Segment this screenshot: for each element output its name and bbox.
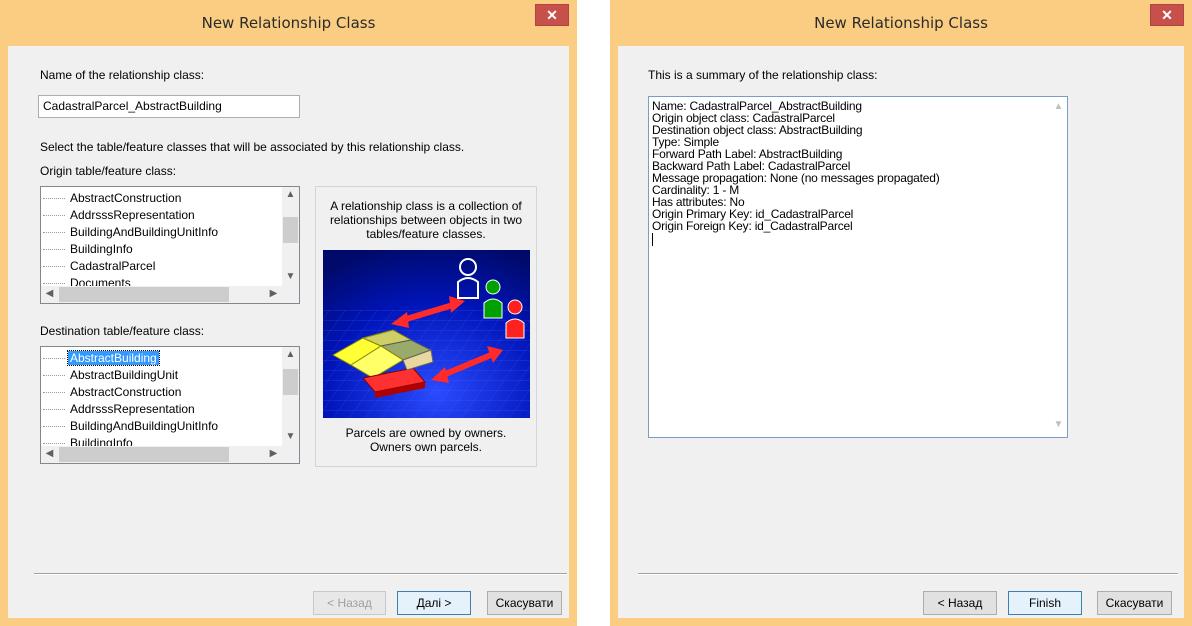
back-button[interactable]: < Назад [923, 591, 997, 615]
list-item[interactable]: CadastralParcel [43, 258, 157, 275]
list-item[interactable]: AddrsssRepresentation [43, 401, 197, 418]
window-frame-left [0, 46, 8, 626]
list-item[interactable]: BuildingInfo [43, 241, 135, 258]
finish-button[interactable]: Finish [1008, 591, 1082, 615]
destination-class-list[interactable]: AbstractBuilding AbstractBuildingUnit Ab… [40, 346, 300, 464]
cancel-button[interactable]: Скасувати [487, 591, 562, 615]
list-item[interactable]: AbstractBuildingUnit [43, 367, 180, 384]
relationship-info-panel: A relationship class is a collection of … [315, 186, 537, 467]
scroll-down-icon[interactable]: ▼ [1050, 419, 1067, 430]
scroll-down-icon[interactable]: ▼ [282, 271, 299, 282]
scrollbar-thumb[interactable] [59, 447, 229, 462]
destination-horizontal-scrollbar[interactable]: ◀ ▶ [41, 446, 282, 463]
close-icon[interactable]: ✕ [535, 4, 569, 26]
relationship-illustration [323, 250, 530, 418]
scrollbar-thumb[interactable] [59, 287, 229, 302]
list-item[interactable]: BuildingAndBuildingUnitInfo [43, 418, 220, 435]
scroll-right-icon[interactable]: ▶ [265, 288, 282, 299]
new-relationship-class-dialog-step1: New Relationship Class ✕ Name of the rel… [0, 0, 577, 626]
close-icon[interactable]: ✕ [1150, 4, 1184, 26]
back-button[interactable]: < Назад [313, 591, 386, 615]
scroll-left-icon[interactable]: ◀ [41, 448, 58, 459]
scrollbar-thumb[interactable] [283, 369, 298, 395]
scroll-up-icon[interactable]: ▲ [282, 349, 299, 360]
cancel-button[interactable]: Скасувати [1097, 591, 1172, 615]
new-relationship-class-dialog-summary: New Relationship Class ✕ This is a summa… [610, 0, 1192, 626]
info-description: A relationship class is a collection of … [329, 199, 523, 241]
scroll-down-icon[interactable]: ▼ [282, 431, 299, 442]
scrollbar-corner [282, 286, 299, 303]
summary-line: Origin Foreign Key: id_CadastralParcel [652, 219, 853, 233]
scrollbar-corner [282, 446, 299, 463]
relationship-name-input[interactable]: CadastralParcel_AbstractBuilding [38, 95, 300, 118]
text-caret [652, 233, 653, 246]
window-frame-bottom [0, 618, 577, 626]
origin-horizontal-scrollbar[interactable]: ◀ ▶ [41, 286, 282, 303]
origin-vertical-scrollbar[interactable]: ▲ ▼ [282, 187, 299, 287]
window-frame-right [1184, 46, 1192, 626]
summary-textbox[interactable]: Name: CadastralParcel_AbstractBuilding O… [648, 96, 1068, 438]
summary-label: This is a summary of the relationship cl… [648, 68, 878, 82]
list-item[interactable]: AddrsssRepresentation [43, 207, 197, 224]
dialog-title: New Relationship Class [201, 14, 376, 32]
list-item-selected[interactable]: AbstractBuilding [43, 350, 160, 367]
select-classes-label: Select the table/feature classes that wi… [40, 140, 465, 154]
name-label: Name of the relationship class: [40, 68, 205, 82]
scroll-left-icon[interactable]: ◀ [41, 288, 58, 299]
scrollbar-thumb[interactable] [283, 217, 298, 243]
destination-vertical-scrollbar[interactable]: ▲ ▼ [282, 347, 299, 447]
destination-label: Destination table/feature class: [40, 324, 205, 338]
window-frame-bottom [610, 618, 1192, 626]
footer-separator [34, 573, 567, 575]
dialog-title: New Relationship Class [814, 14, 988, 32]
footer-separator [638, 573, 1178, 575]
origin-label: Origin table/feature class: [40, 164, 177, 178]
window-frame-left [610, 46, 618, 626]
title-bar: New Relationship Class ✕ [610, 0, 1192, 46]
window-frame-right [569, 46, 577, 626]
list-item[interactable]: AbstractConstruction [43, 190, 183, 207]
scroll-up-icon[interactable]: ▲ [282, 189, 299, 200]
title-bar: New Relationship Class ✕ [0, 0, 577, 46]
next-button[interactable]: Далі > [397, 591, 471, 615]
list-item[interactable]: AbstractConstruction [43, 384, 183, 401]
summary-vertical-scrollbar[interactable]: ▲ ▼ [1050, 97, 1067, 437]
scroll-right-icon[interactable]: ▶ [265, 448, 282, 459]
info-caption: Parcels are owned by owners. Owners own … [345, 426, 507, 454]
origin-class-list[interactable]: AbstractConstruction AddrsssRepresentati… [40, 186, 300, 304]
scroll-up-icon[interactable]: ▲ [1050, 101, 1067, 112]
list-item[interactable]: BuildingAndBuildingUnitInfo [43, 224, 220, 241]
